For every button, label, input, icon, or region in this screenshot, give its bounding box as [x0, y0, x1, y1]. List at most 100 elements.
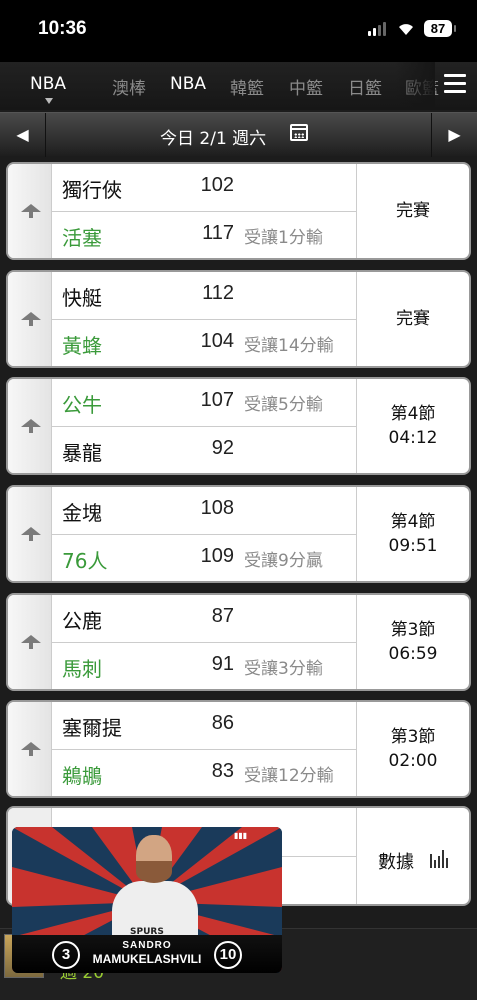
home-row: 暴龍 92: [52, 427, 356, 473]
home-score: 91: [211, 653, 234, 675]
game-status-line1: 第3節: [390, 620, 436, 640]
jersey-number-left: 3: [52, 941, 80, 969]
game-card[interactable]: 公牛 107 受讓5分輸暴龍 92 第4節 04:12: [6, 377, 471, 475]
away-team-name: 快艇: [62, 286, 102, 310]
home-team-name: 馬刺: [62, 657, 102, 681]
home-row: 黃蜂 104 受讓14分輸: [52, 320, 356, 366]
clock: 10:36: [38, 18, 87, 39]
player-last-name: MAMUKELASHVILI: [92, 952, 202, 966]
game-status: 完賽: [356, 272, 469, 366]
away-row: 獨行俠 102: [52, 164, 356, 212]
away-team-name: 獨行俠: [62, 178, 122, 202]
expand-cell[interactable]: [8, 272, 52, 366]
home-score: 92: [211, 437, 234, 459]
home-team-name: 黃蜂: [62, 334, 102, 358]
game-status: 第3節 02:00: [356, 702, 469, 796]
spread-result: 受讓5分輸: [244, 395, 323, 415]
game-status: 第4節 04:12: [356, 379, 469, 473]
game-card[interactable]: 金塊 108 76人 109 受讓9分贏 第4節 09:51: [6, 485, 471, 583]
home-team-name: 暴龍: [62, 441, 102, 465]
game-status-line2: 02:00: [388, 751, 438, 771]
tab-nba[interactable]: NBA: [170, 74, 206, 94]
away-score: 86: [211, 712, 234, 734]
chevron-down-icon: [45, 98, 53, 104]
game-status: 第3節 06:59: [356, 595, 469, 689]
away-score: 107: [200, 389, 234, 411]
player-beard: [136, 861, 172, 883]
prev-date-button[interactable]: ◀: [0, 113, 46, 157]
spread-result: 受讓9分贏: [244, 551, 323, 571]
game-status-line1: 第3節: [390, 727, 436, 747]
floating-video-player[interactable]: ▮▮▮ SPURS 3 SANDRO MAMUKELASHVILI 10: [12, 827, 282, 973]
home-score: 83: [211, 760, 234, 782]
game-status-line2: 09:51: [388, 536, 438, 556]
away-row: 快艇 112: [52, 272, 356, 320]
away-team-name: 公鹿: [62, 609, 102, 633]
tab-cba[interactable]: 中籃: [289, 74, 323, 99]
home-row: 76人 109 受讓9分贏: [52, 535, 356, 581]
wifi-icon: [399, 24, 413, 35]
home-row: 活塞 117 受讓1分輸: [52, 212, 356, 258]
up-arrow-icon[interactable]: [21, 635, 41, 649]
expand-cell[interactable]: [8, 595, 52, 689]
game-card[interactable]: 獨行俠 102 活塞 117 受讓1分輸 完賽: [6, 162, 471, 260]
home-team-name: 76人: [62, 549, 108, 573]
jersey-number-right: 10: [214, 941, 242, 969]
away-team-name: 塞爾提: [62, 716, 122, 740]
status-bar: 10:36 87: [0, 0, 477, 62]
next-date-button[interactable]: ▶: [431, 113, 477, 157]
game-status-line1: 完賽: [396, 201, 430, 221]
game-status-line1: 完賽: [396, 309, 430, 329]
cellular-signal-icon: [368, 22, 388, 36]
up-arrow-icon[interactable]: [21, 527, 41, 541]
up-arrow-icon[interactable]: [21, 204, 41, 218]
date-selector: ◀ 今日 2/1 週六 ▶: [0, 112, 477, 157]
up-arrow-icon[interactable]: [21, 312, 41, 326]
game-status-line1: 第4節: [390, 512, 436, 532]
game-status-line2: 04:12: [388, 428, 438, 448]
away-score: 108: [200, 497, 234, 519]
tab-nba-main[interactable]: NBA: [30, 74, 66, 94]
battery-icon: 87: [424, 20, 456, 37]
column-divider: [356, 808, 357, 904]
stats-label[interactable]: 數據: [378, 848, 414, 874]
spread-result: 受讓3分輸: [244, 659, 323, 679]
game-card[interactable]: 塞爾提 86 鵜鶘 83 受讓12分輸 第3節 02:00: [6, 700, 471, 798]
away-row: 塞爾提 86: [52, 702, 356, 750]
up-arrow-icon[interactable]: [21, 419, 41, 433]
tab-kbl[interactable]: 韓籃: [230, 74, 264, 99]
home-row: 鵜鶘 83 受讓12分輸: [52, 750, 356, 796]
expand-cell[interactable]: [8, 379, 52, 473]
expand-cell[interactable]: [8, 487, 52, 581]
spread-result: 受讓14分輸: [244, 336, 334, 356]
away-row: 公牛 107 受讓5分輸: [52, 379, 356, 427]
game-status-line2: 06:59: [388, 644, 438, 664]
up-arrow-icon[interactable]: [21, 742, 41, 756]
game-card[interactable]: 快艇 112 黃蜂 104 受讓14分輸 完賽: [6, 270, 471, 368]
spread-result: 受讓1分輸: [244, 228, 323, 248]
home-team-name: 活塞: [62, 226, 102, 250]
game-card[interactable]: 公鹿 87 馬刺 91 受讓3分輸 第3節 06:59: [6, 593, 471, 691]
away-row: 公鹿 87: [52, 595, 356, 643]
tab-kbo[interactable]: 澳棒: [112, 74, 146, 99]
home-row: 馬刺 91 受讓3分輸: [52, 643, 356, 689]
away-score: 102: [200, 174, 234, 196]
game-status: 第4節 09:51: [356, 487, 469, 581]
game-status-line1: 第4節: [390, 404, 436, 424]
tab-bleague[interactable]: 日籃: [348, 74, 382, 99]
broadcast-logo-icon: ▮▮▮: [234, 831, 248, 840]
calendar-icon[interactable]: [290, 124, 308, 141]
spread-result: 受讓12分輸: [244, 766, 334, 786]
hamburger-menu-icon[interactable]: [444, 74, 466, 94]
away-score: 87: [211, 605, 234, 627]
expand-cell[interactable]: [8, 164, 52, 258]
home-score: 104: [200, 330, 234, 352]
player-first-name: SANDRO: [122, 940, 172, 951]
away-team-name: 金塊: [62, 501, 102, 525]
away-team-name: 公牛: [62, 393, 102, 417]
home-team-name: 鵜鶘: [62, 764, 102, 788]
bar-chart-icon[interactable]: [430, 850, 448, 868]
date-label[interactable]: 今日 2/1 週六: [160, 124, 266, 149]
expand-cell[interactable]: [8, 702, 52, 796]
away-score: 112: [202, 282, 234, 304]
